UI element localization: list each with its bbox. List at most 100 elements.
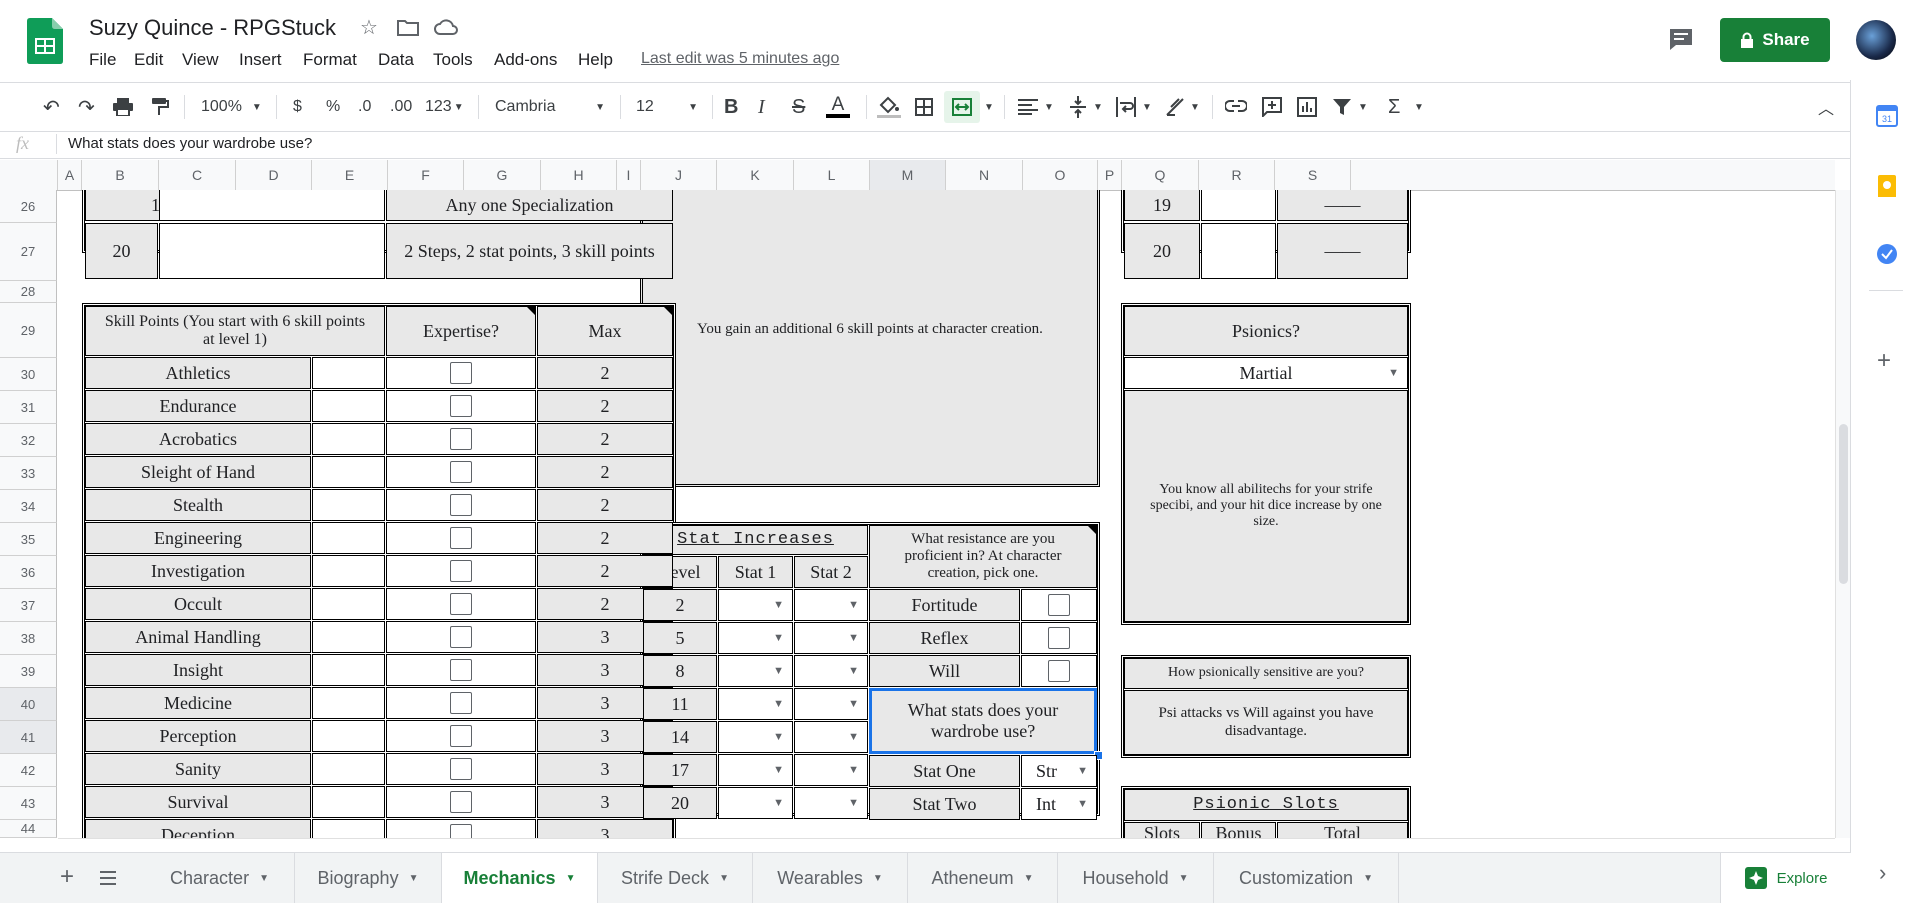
skill-name-cell[interactable]: Occult (85, 588, 311, 620)
column-header[interactable]: J (641, 160, 717, 190)
stat-col-2[interactable]: Stat 2 (794, 556, 868, 588)
star-icon[interactable]: ☆ (360, 15, 378, 40)
row-header[interactable]: 44 (0, 820, 57, 838)
increase-decimal-button[interactable]: .00 (390, 83, 412, 131)
row-header[interactable]: 43 (0, 787, 57, 820)
row-header[interactable]: 34 (0, 490, 57, 523)
column-header[interactable]: B (82, 160, 159, 190)
tab-household[interactable]: Household ▼ (1058, 853, 1214, 903)
sensitivity-question[interactable]: How psionically sensitive are you? (1124, 658, 1408, 689)
skill-expertise-cell[interactable] (386, 720, 536, 752)
column-header[interactable]: A (58, 160, 82, 190)
level-value-cell[interactable] (1201, 223, 1276, 279)
fill-color-icon[interactable] (877, 96, 901, 118)
undo-icon[interactable]: ↶ (43, 83, 60, 131)
insert-link-icon[interactable] (1225, 99, 1247, 113)
italic-icon[interactable]: I (758, 83, 765, 131)
level-notes-cell[interactable] (159, 190, 385, 221)
stat-col-1[interactable]: Stat 1 (718, 556, 793, 588)
skill-name-cell[interactable]: Stealth (85, 489, 311, 521)
explore-button[interactable]: Explore (1720, 853, 1851, 903)
move-folder-icon[interactable] (397, 18, 419, 36)
select-all-corner[interactable] (0, 160, 58, 190)
insert-comment-icon[interactable] (1262, 97, 1282, 117)
all-sheets-icon[interactable] (100, 871, 116, 885)
level-value-cell[interactable] (1201, 190, 1276, 221)
strikethrough-icon[interactable]: S (792, 83, 805, 131)
chevron-down-icon[interactable]: ▼ (1142, 83, 1152, 131)
expertise-checkbox[interactable] (450, 494, 472, 516)
keep-icon[interactable] (1878, 175, 1896, 197)
chevron-down-icon[interactable]: ▼ (984, 83, 994, 131)
stat-increases-title[interactable]: Stat Increases (643, 525, 868, 555)
sensitivity-answer[interactable]: Psi attacks vs Will against you have dis… (1124, 690, 1408, 755)
stat-level-cell[interactable]: 5 (643, 622, 717, 654)
tab-character[interactable]: Character ▼ (145, 853, 295, 903)
column-header[interactable]: H (541, 160, 617, 190)
decrease-decimal-button[interactable]: .0 (358, 83, 371, 131)
expertise-checkbox[interactable] (450, 428, 472, 450)
sheet-grid[interactable]: 19 Any one Specialization 20 2 Steps, 2 … (58, 190, 1835, 838)
stat-one-select[interactable]: Str ▼ (1021, 755, 1097, 787)
resistance-checkbox-cell[interactable] (1021, 622, 1097, 654)
chevron-down-icon[interactable]: ▼ (1044, 83, 1054, 131)
row-header[interactable]: 26 (0, 190, 57, 223)
level-cell[interactable]: 20 (85, 223, 158, 279)
stat-2-select[interactable]: ▼ (794, 688, 868, 720)
skill-points-cell[interactable] (312, 390, 385, 422)
insert-chart-icon[interactable] (1297, 97, 1317, 117)
row-header[interactable]: 42 (0, 754, 57, 787)
expertise-checkbox[interactable] (450, 791, 472, 813)
stat-level-cell[interactable]: 17 (643, 754, 717, 786)
align-left-icon[interactable] (1018, 99, 1038, 115)
level-notes-cell[interactable] (159, 223, 385, 279)
bold-icon[interactable]: B (724, 83, 738, 131)
column-header[interactable]: R (1199, 160, 1275, 190)
filter-icon[interactable] (1332, 98, 1352, 116)
resistance-option[interactable]: Will (869, 655, 1020, 687)
skill-points-cell[interactable] (312, 687, 385, 719)
stat-level-cell[interactable]: 20 (643, 787, 717, 819)
row-header[interactable]: 40 (0, 688, 57, 721)
tasks-icon[interactable] (1876, 243, 1898, 265)
column-header[interactable]: M (870, 160, 946, 190)
skill-max-cell[interactable]: 2 (537, 456, 673, 488)
column-header[interactable]: P (1098, 160, 1122, 190)
stat-2-select[interactable]: ▼ (794, 754, 868, 786)
menu-edit[interactable]: Edit (134, 50, 163, 70)
merge-cells-button[interactable] (944, 91, 980, 123)
menu-help[interactable]: Help (578, 50, 613, 70)
expertise-checkbox[interactable] (450, 593, 472, 615)
skill-name-cell[interactable]: Athletics (85, 357, 311, 389)
row-header[interactable]: 41 (0, 721, 57, 754)
chevron-down-icon[interactable]: ▼ (1093, 83, 1103, 131)
skill-expertise-cell[interactable] (386, 522, 536, 554)
stat-1-select[interactable]: ▼ (718, 721, 793, 753)
font-family-select[interactable]: Cambria ▼ (495, 83, 605, 131)
text-wrap-icon[interactable] (1115, 97, 1137, 117)
stat-level-cell[interactable]: 14 (643, 721, 717, 753)
skills-header-label[interactable]: Skill Points (You start with 6 skill poi… (85, 306, 385, 356)
stat-level-cell[interactable]: 2 (643, 589, 717, 621)
skill-name-cell[interactable]: Investigation (85, 555, 311, 587)
skill-points-cell[interactable] (312, 555, 385, 587)
redo-icon[interactable]: ↷ (78, 83, 95, 131)
row-header[interactable]: 36 (0, 556, 57, 589)
skill-expertise-cell[interactable] (386, 753, 536, 785)
column-header[interactable]: E (312, 160, 388, 190)
level-cell[interactable]: 20 (1124, 223, 1200, 279)
skill-points-cell[interactable] (312, 588, 385, 620)
tab-strife-deck[interactable]: Strife Deck ▼ (598, 853, 753, 903)
skill-max-cell[interactable]: 2 (537, 423, 673, 455)
vertical-scrollbar[interactable] (1835, 190, 1851, 838)
print-icon[interactable] (113, 98, 133, 116)
stat-1-select[interactable]: ▼ (718, 787, 793, 819)
skill-name-cell[interactable]: Endurance (85, 390, 311, 422)
skill-points-cell[interactable] (312, 522, 385, 554)
paint-format-icon[interactable] (150, 97, 170, 117)
stat-2-select[interactable]: ▼ (794, 721, 868, 753)
column-header[interactable]: N (946, 160, 1023, 190)
stat-level-cell[interactable]: 11 (643, 688, 717, 720)
skill-name-cell[interactable]: Acrobatics (85, 423, 311, 455)
row-header[interactable]: 33 (0, 457, 57, 490)
